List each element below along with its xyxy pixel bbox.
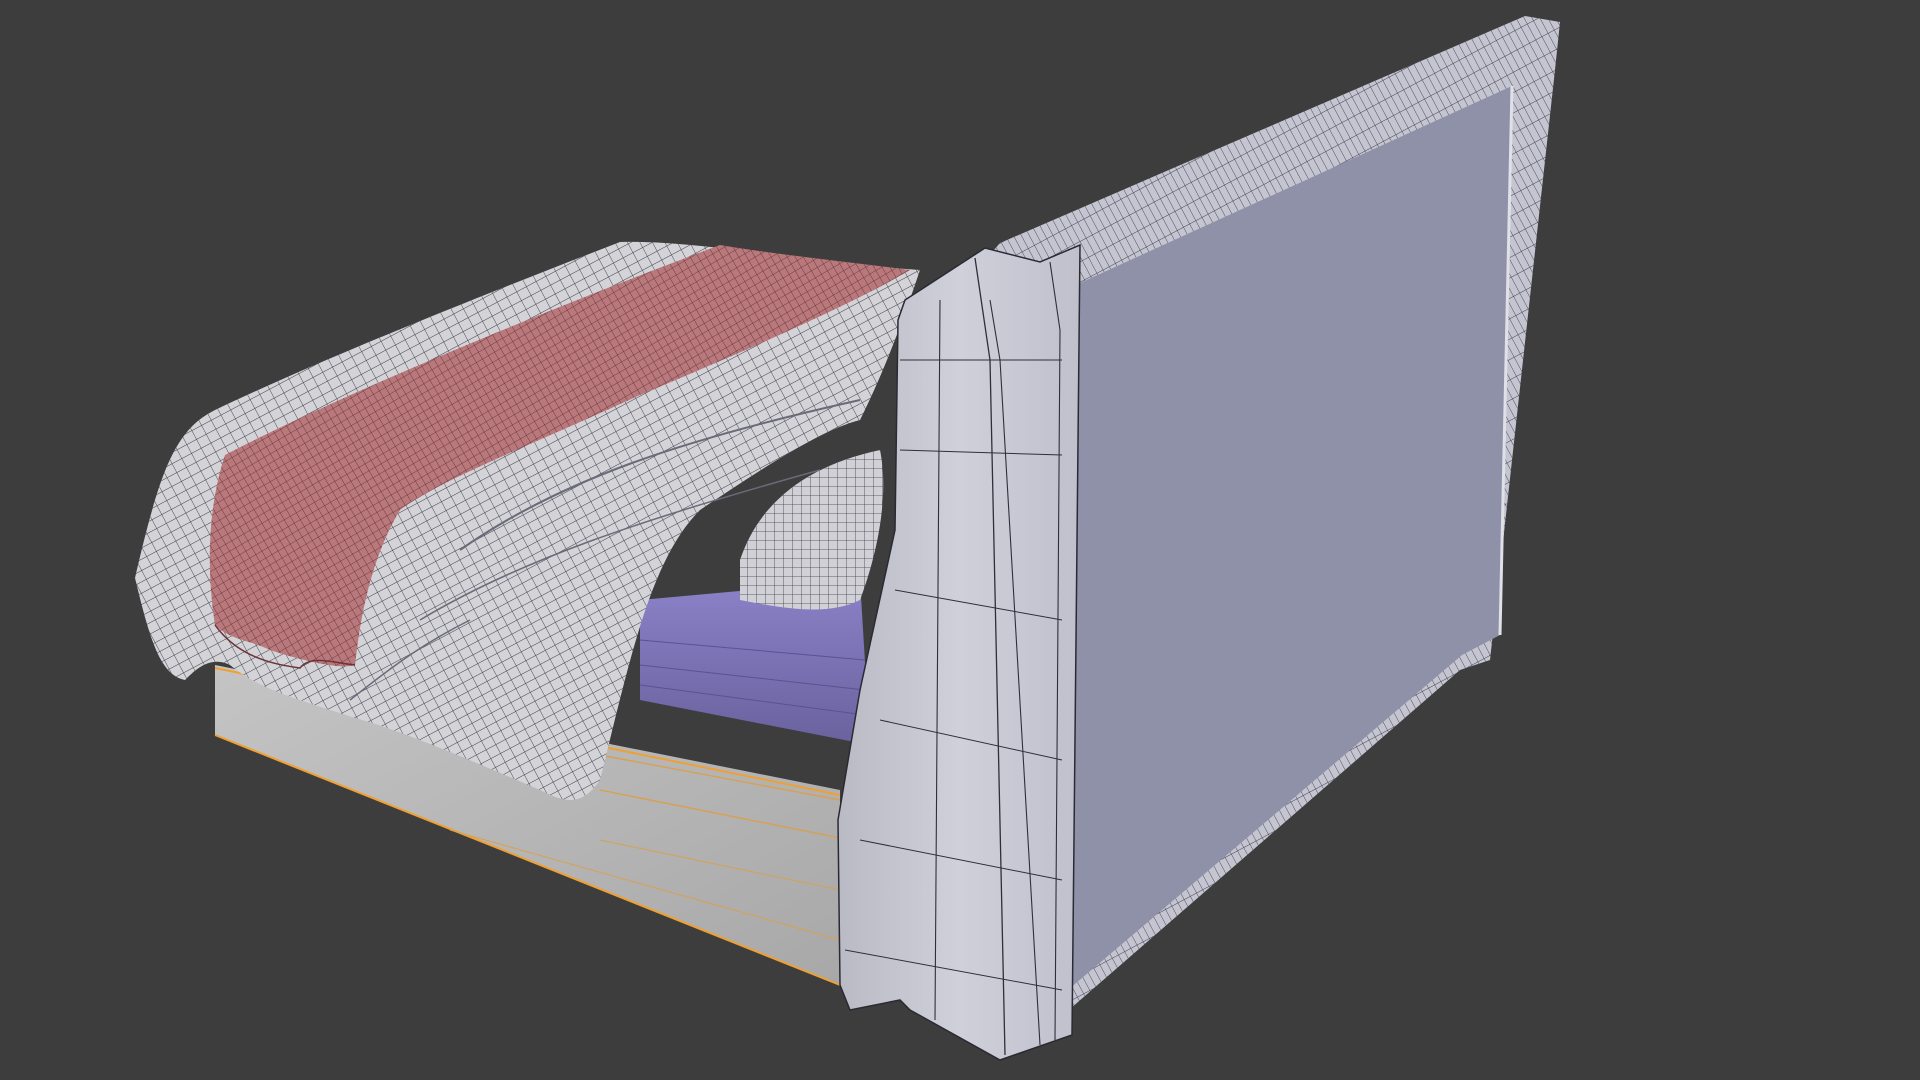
3d-viewport[interactable] — [0, 0, 1920, 1080]
pillow[interactable] — [740, 450, 884, 610]
3d-scene[interactable] — [0, 0, 1920, 1080]
